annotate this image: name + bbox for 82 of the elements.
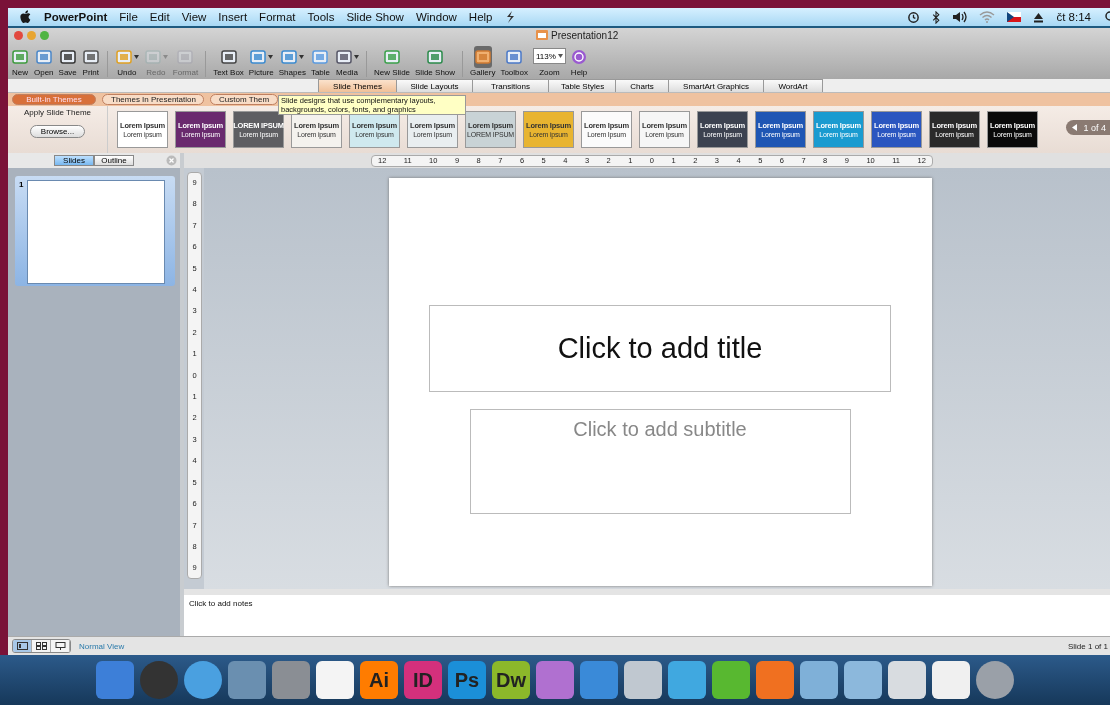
- menu-item[interactable]: Tools: [307, 11, 335, 23]
- eject-icon[interactable]: [1033, 11, 1045, 23]
- toolbar-button[interactable]: Picture: [247, 46, 275, 77]
- caret-icon: [268, 55, 274, 59]
- view-button[interactable]: [32, 640, 51, 652]
- toolbar-button[interactable]: Print: [80, 46, 101, 77]
- ribbon-tab[interactable]: Slide Themes: [318, 79, 397, 92]
- ribbon-tab[interactable]: WordArt: [763, 79, 823, 92]
- toolbar-button[interactable]: New: [10, 46, 30, 77]
- view-button[interactable]: [51, 640, 70, 652]
- menu-item[interactable]: Edit: [149, 11, 170, 23]
- volume-icon[interactable]: [952, 11, 968, 23]
- title-placeholder[interactable]: Click to add title: [429, 305, 891, 392]
- menu-item[interactable]: View: [181, 11, 207, 23]
- minimize-button[interactable]: [27, 30, 36, 40]
- browse-button[interactable]: Browse...: [29, 125, 86, 138]
- view-button[interactable]: [13, 640, 32, 652]
- menu-item[interactable]: Help: [468, 11, 493, 23]
- toolbar-button[interactable]: Table: [309, 46, 331, 77]
- stepper-icon: [557, 54, 563, 58]
- presentation-file-icon: [536, 30, 548, 40]
- czech-flag-icon[interactable]: [1007, 12, 1022, 22]
- zoom-button[interactable]: [40, 30, 49, 40]
- caret-icon: [299, 55, 305, 59]
- window-title: Presentation12: [551, 29, 619, 41]
- normal-view-icon: [16, 642, 28, 650]
- apple-icon[interactable]: [20, 10, 32, 24]
- toolbar-button[interactable]: Shapes: [277, 46, 307, 77]
- slide-number: 1: [19, 180, 24, 191]
- app-icon[interactable]: Ai: [360, 661, 398, 699]
- close-button[interactable]: [14, 30, 23, 40]
- caret-icon: [162, 55, 168, 59]
- toolbar-button[interactable]: Open: [33, 46, 55, 77]
- theme-filter-tab[interactable]: Themes In Presentation: [102, 94, 204, 105]
- ribbon-tab[interactable]: Transitions: [472, 79, 549, 92]
- left-arrow-icon: [1072, 124, 1078, 131]
- toolbar-button[interactable]: Toolbox: [499, 46, 529, 77]
- menu-item[interactable]: Slide Show: [346, 11, 404, 23]
- close-icon[interactable]: [166, 155, 177, 166]
- toolbar-button[interactable]: Save: [57, 46, 78, 77]
- toolbar-button[interactable]: Text Box: [212, 46, 245, 77]
- subtitle-placeholder[interactable]: Click to add subtitle: [469, 409, 851, 514]
- page-indicator[interactable]: 1 of 4: [1066, 120, 1110, 135]
- notes-field[interactable]: Click to add notes: [184, 595, 1110, 636]
- toolbar-button[interactable]: Gallery: [469, 46, 497, 77]
- toolbar-button[interactable]: Media: [334, 46, 360, 77]
- group-heading: Apply Slide Theme: [24, 108, 91, 117]
- slide-thumbnail-row[interactable]: 1: [15, 176, 175, 286]
- zoom-label: Zoom: [539, 68, 560, 77]
- bluetooth-icon[interactable]: [932, 10, 941, 24]
- ribbon-tab[interactable]: SmartArt Graphics: [668, 79, 764, 92]
- slide-count: Slide 1 of 1: [1067, 641, 1108, 651]
- menu-item[interactable]: Window: [415, 11, 457, 23]
- slide-thumbnail[interactable]: [27, 180, 166, 284]
- toolbar-button[interactable]: Slide Show: [414, 46, 457, 77]
- caret-icon: [354, 55, 359, 59]
- search-icon[interactable]: [1103, 11, 1110, 23]
- menu-clock[interactable]: čt 8:14: [1056, 11, 1091, 23]
- grid-view-icon: [35, 642, 47, 650]
- zoom-field[interactable]: 113%: [533, 48, 566, 64]
- help-icon: [571, 49, 588, 65]
- slide-canvas[interactable]: Click to add title Click to add subtitle: [388, 178, 932, 586]
- menu-item[interactable]: Insert: [218, 11, 248, 23]
- menu-item[interactable]: Format: [259, 11, 296, 23]
- app-icon[interactable]: Ps: [448, 661, 486, 699]
- help-button[interactable]: Help: [569, 46, 589, 77]
- ribbon-tab[interactable]: Table Styles: [548, 79, 616, 92]
- view-name: Normal View: [79, 641, 125, 651]
- view-tab[interactable]: Outline: [94, 155, 134, 166]
- ribbon-tab[interactable]: Slide Layouts: [396, 79, 473, 92]
- theme-filter-tab[interactable]: Custom Them: [210, 94, 279, 105]
- toolbar-button[interactable]: New Slide: [373, 46, 412, 77]
- toolbar-button[interactable]: Undo: [113, 46, 140, 77]
- app-menu[interactable]: PowerPoint: [44, 11, 108, 23]
- slideshow-view-icon: [54, 642, 66, 650]
- menu-item[interactable]: File: [119, 11, 138, 23]
- wifi-icon[interactable]: [979, 11, 996, 23]
- view-tab[interactable]: Slides: [54, 155, 94, 166]
- ribbon-tab[interactable]: Charts: [615, 79, 669, 92]
- app-icon[interactable]: Dw: [492, 661, 530, 699]
- script-icon[interactable]: [504, 10, 515, 24]
- caret-icon: [133, 55, 139, 59]
